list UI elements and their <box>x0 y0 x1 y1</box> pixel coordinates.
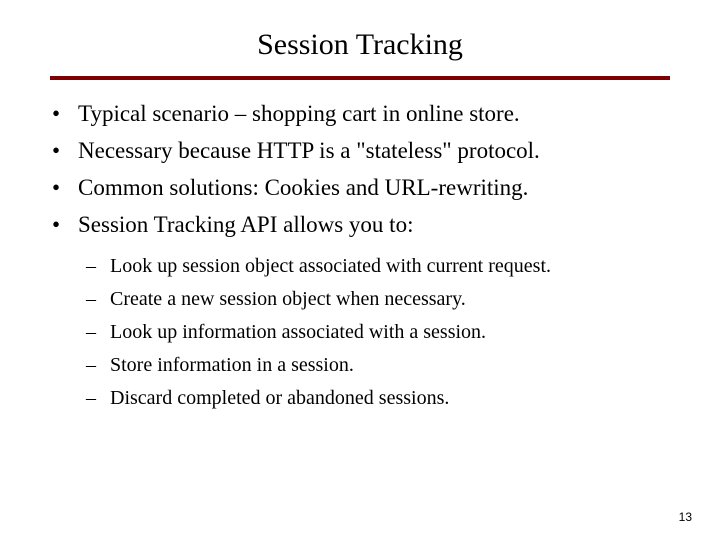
bullet-item: • Typical scenario – shopping cart in on… <box>50 98 670 129</box>
bullet-text: Necessary because HTTP is a "stateless" … <box>78 135 540 166</box>
title-divider <box>50 76 670 80</box>
sub-bullet-item: – Discard completed or abandoned session… <box>86 384 670 413</box>
bullet-marker-icon: • <box>50 209 78 240</box>
sub-bullet-item: – Look up session object associated with… <box>86 252 670 281</box>
bullet-marker-icon: • <box>50 98 78 129</box>
sub-bullet-item: – Create a new session object when neces… <box>86 285 670 314</box>
sub-bullet-text: Discard completed or abandoned sessions. <box>110 384 449 413</box>
dash-marker-icon: – <box>86 285 110 314</box>
bullet-marker-icon: • <box>50 172 78 203</box>
dash-marker-icon: – <box>86 252 110 281</box>
dash-marker-icon: – <box>86 351 110 380</box>
bullet-text: Session Tracking API allows you to: <box>78 209 413 240</box>
bullet-item: • Necessary because HTTP is a "stateless… <box>50 135 670 166</box>
page-number: 13 <box>679 510 692 524</box>
dash-marker-icon: – <box>86 318 110 347</box>
sub-bullet-list: – Look up session object associated with… <box>50 252 670 413</box>
bullet-text: Typical scenario – shopping cart in onli… <box>78 98 520 129</box>
sub-bullet-text: Look up session object associated with c… <box>110 252 551 281</box>
sub-bullet-item: – Look up information associated with a … <box>86 318 670 347</box>
bullet-text: Common solutions: Cookies and URL-rewrit… <box>78 172 528 203</box>
slide-title: Session Tracking <box>50 28 670 62</box>
bullet-item: • Session Tracking API allows you to: <box>50 209 670 240</box>
bullet-marker-icon: • <box>50 135 78 166</box>
dash-marker-icon: – <box>86 384 110 413</box>
sub-bullet-item: – Store information in a session. <box>86 351 670 380</box>
sub-bullet-text: Create a new session object when necessa… <box>110 285 466 314</box>
bullet-list: • Typical scenario – shopping cart in on… <box>50 98 670 240</box>
sub-bullet-text: Store information in a session. <box>110 351 354 380</box>
bullet-item: • Common solutions: Cookies and URL-rewr… <box>50 172 670 203</box>
sub-bullet-text: Look up information associated with a se… <box>110 318 486 347</box>
